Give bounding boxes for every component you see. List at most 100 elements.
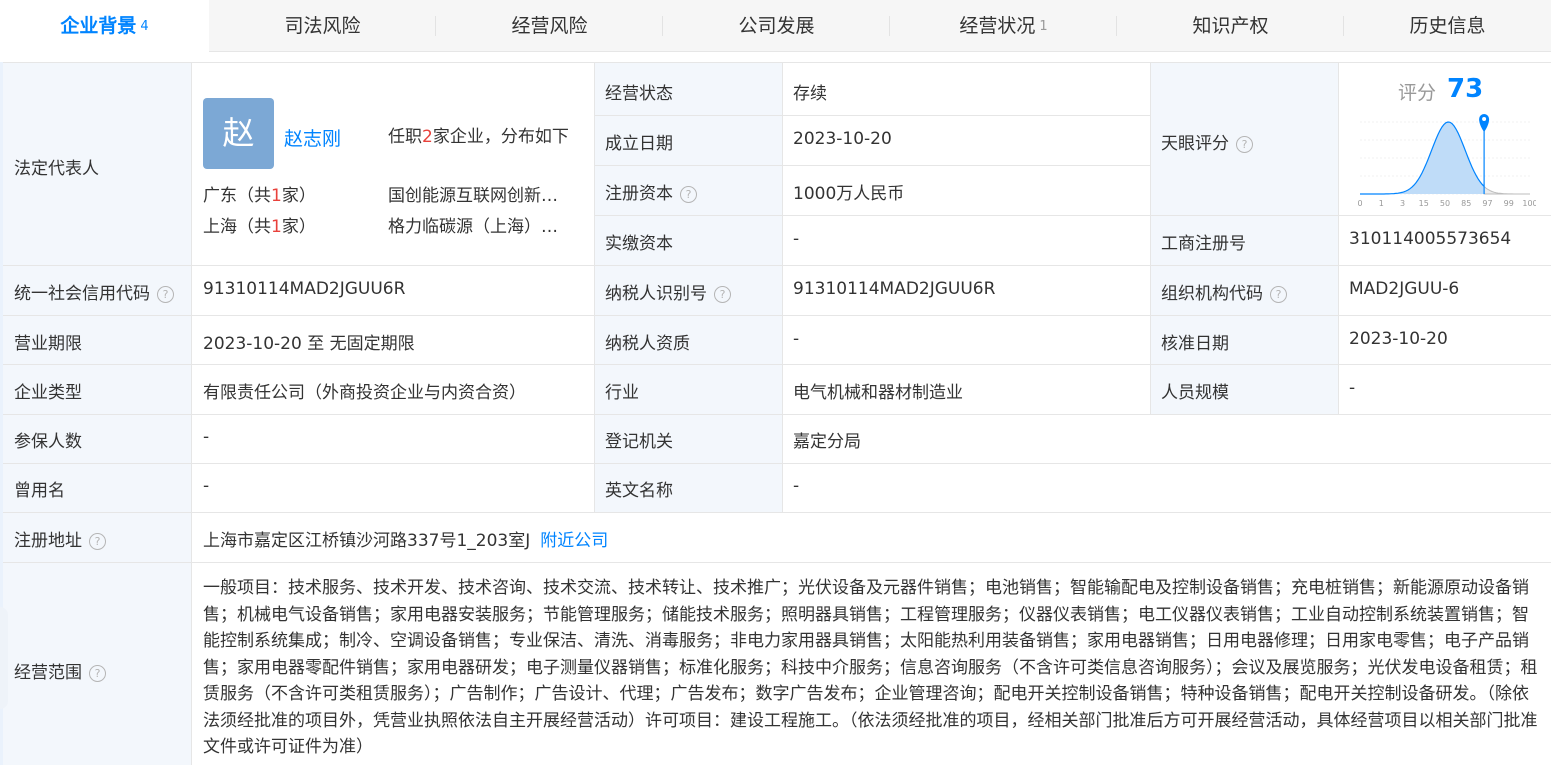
reg-capital-value: 1000万人民币 xyxy=(793,184,905,204)
col-divider xyxy=(594,62,595,512)
legal-rep-label: 法定代表人 xyxy=(14,159,99,179)
taxpayer-qual-value: - xyxy=(793,329,800,349)
score-value: 73 xyxy=(1447,74,1484,104)
address-value: 上海市嘉定区江桥镇沙河路337号1_203室J 附近公司 xyxy=(203,531,609,551)
company-info-table: 法定代表人 赵 赵志刚 任职2家企业，分布如下 广东（共1家） 国创能源互联网创… xyxy=(0,62,1551,765)
score-tick-label: 97 xyxy=(1482,199,1492,208)
row-divider xyxy=(594,215,1150,216)
org-code-value: MAD2JGUU-6 xyxy=(1349,279,1460,299)
help-icon[interactable]: ? xyxy=(157,286,174,303)
tab-intellectual-property[interactable]: 知识产权 xyxy=(1117,0,1344,52)
score-curve-rest xyxy=(1483,185,1530,195)
taxpayer-id-value: 91310114MAD2JGUU6R xyxy=(793,279,996,299)
col-divider xyxy=(1150,62,1151,414)
help-icon[interactable]: ? xyxy=(714,286,731,303)
region-guangdong: 广东（共1家） xyxy=(203,186,316,206)
col-divider xyxy=(782,62,783,512)
industry-value: 电气机械和器材制造业 xyxy=(793,383,963,403)
help-icon[interactable]: ? xyxy=(89,665,106,682)
authority-label: 登记机关 xyxy=(605,432,673,452)
col-divider xyxy=(191,62,192,765)
row-divider xyxy=(1150,215,1551,216)
scope-label: 经营范围? xyxy=(14,658,106,683)
region-guangdong-company-link[interactable]: 国创能源互联网创新… xyxy=(388,181,558,206)
pin-dot xyxy=(1482,117,1487,121)
bizreg-label: 工商注册号 xyxy=(1161,234,1246,254)
row-divider xyxy=(594,165,1150,166)
type-value: 有限责任公司（外商投资企业与内资合资） xyxy=(203,383,526,403)
row-divider xyxy=(3,512,1551,513)
score-tick-label: 1 xyxy=(1379,199,1384,208)
staff-label: 人员规模 xyxy=(1161,383,1229,403)
paid-capital-label: 实缴资本 xyxy=(605,234,673,254)
score-tick-label: 50 xyxy=(1440,199,1450,208)
row-divider xyxy=(3,463,1551,464)
tab-history[interactable]: 历史信息 xyxy=(1344,0,1551,52)
help-icon[interactable]: ? xyxy=(89,533,106,550)
row-divider xyxy=(3,562,1551,563)
help-icon[interactable]: ? xyxy=(1236,136,1253,153)
bizreg-value: 310114005573654 xyxy=(1349,229,1512,249)
industry-label: 行业 xyxy=(605,383,639,403)
side-float-handle[interactable] xyxy=(0,607,8,709)
reg-capital-label: 注册资本? xyxy=(605,179,697,204)
tab-count: 1 xyxy=(1039,19,1048,34)
score-tick-label: 85 xyxy=(1461,199,1471,208)
status-value: 存续 xyxy=(793,84,827,104)
legal-rep-avatar[interactable]: 赵 xyxy=(203,98,274,169)
nearby-companies-link[interactable]: 附近公司 xyxy=(540,531,608,551)
region-shanghai: 上海（共1家） xyxy=(203,217,316,237)
tab-count: 4 xyxy=(140,19,149,34)
row-divider xyxy=(3,315,1551,316)
row-divider xyxy=(3,414,1551,415)
legal-rep-positions: 任职2家企业，分布如下 xyxy=(388,127,569,147)
score-curve-fill xyxy=(1360,122,1485,194)
help-icon[interactable]: ? xyxy=(680,186,697,203)
tab-company-background[interactable]: 企业背景 4 xyxy=(0,0,209,52)
map-pin-icon xyxy=(1479,114,1490,132)
score-ticks: 0 1 3 15 50 85 97 99 100 xyxy=(1357,199,1536,208)
paid-capital-value: - xyxy=(793,229,800,249)
address-label: 注册地址? xyxy=(14,526,106,551)
status-label: 经营状态 xyxy=(605,84,673,104)
founded-label: 成立日期 xyxy=(605,134,673,154)
approval-label: 核准日期 xyxy=(1161,334,1229,354)
tab-operating-status[interactable]: 经营状况 1 xyxy=(890,0,1117,52)
row-divider xyxy=(3,364,1551,365)
tab-judicial-risk[interactable]: 司法风险 xyxy=(209,0,436,52)
legal-rep-name-link[interactable]: 赵志刚 xyxy=(284,124,341,151)
taxpayer-qual-label: 纳税人资质 xyxy=(605,334,690,354)
credit-code-label: 统一社会信用代码? xyxy=(14,279,174,304)
credit-code-value: 91310114MAD2JGUU6R xyxy=(203,279,406,299)
insured-value: - xyxy=(203,427,210,447)
col-divider xyxy=(1338,62,1339,414)
row-divider xyxy=(3,265,1551,266)
taxpayer-id-label: 纳税人识别号? xyxy=(605,279,731,304)
former-name-value: - xyxy=(203,476,210,496)
row-divider xyxy=(594,115,1150,116)
authority-value: 嘉定分局 xyxy=(793,432,861,452)
score-label: 评分 xyxy=(1398,82,1437,104)
score-tick-label: 0 xyxy=(1357,199,1362,208)
english-name-value: - xyxy=(793,476,800,496)
tab-company-development[interactable]: 公司发展 xyxy=(663,0,890,52)
english-name-label: 英文名称 xyxy=(605,481,673,501)
tianyan-score-label: 天眼评分? xyxy=(1161,129,1253,154)
row-divider xyxy=(3,62,1551,63)
score-tick-label: 99 xyxy=(1504,199,1514,208)
score-tick-label: 3 xyxy=(1400,199,1405,208)
score-tick-label: 100 xyxy=(1522,199,1536,208)
help-icon[interactable]: ? xyxy=(1270,286,1287,303)
type-label: 企业类型 xyxy=(14,383,82,403)
tab-operating-risk[interactable]: 经营风险 xyxy=(436,0,663,52)
score-tick-label: 15 xyxy=(1419,199,1429,208)
score-distribution-chart: 0 1 3 15 50 85 97 99 100 xyxy=(1357,114,1536,208)
region-shanghai-company-link[interactable]: 格力临碳源（上海）… xyxy=(388,212,558,237)
scope-value: 一般项目：技术服务、技术开发、技术咨询、技术交流、技术转让、技术推广；光伏设备及… xyxy=(203,578,1538,757)
tab-bar: 企业背景 4 司法风险 经营风险 公司发展 经营状况 1 知识产权 历史信息 xyxy=(0,0,1551,52)
approval-value: 2023-10-20 xyxy=(1349,329,1448,349)
term-value: 2023-10-20 至 无固定期限 xyxy=(203,334,415,354)
founded-value: 2023-10-20 xyxy=(793,129,892,149)
pin-shape xyxy=(1479,114,1490,132)
term-label: 营业期限 xyxy=(14,334,82,354)
